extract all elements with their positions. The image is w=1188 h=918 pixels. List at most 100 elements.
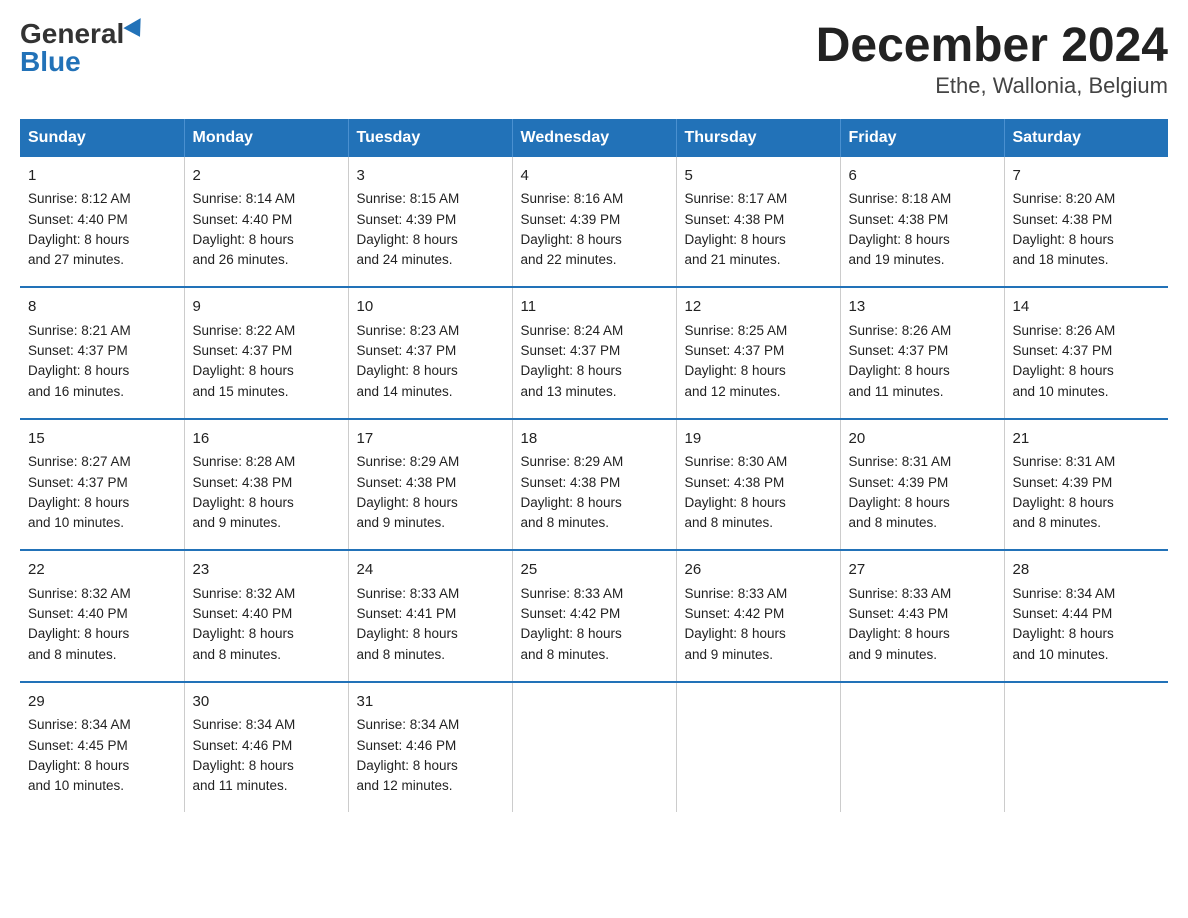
calendar-week-row: 15 Sunrise: 8:27 AMSunset: 4:37 PMDayligh… [20, 419, 1168, 551]
calendar-cell [512, 682, 676, 813]
calendar-cell: 19 Sunrise: 8:30 AMSunset: 4:38 PMDayligh… [676, 419, 840, 551]
day-info: Sunrise: 8:27 AMSunset: 4:37 PMDaylight:… [28, 454, 131, 530]
calendar-cell [676, 682, 840, 813]
day-number: 3 [357, 165, 504, 188]
calendar-cell: 3 Sunrise: 8:15 AMSunset: 4:39 PMDaylight… [348, 157, 512, 288]
header-monday: Monday [184, 119, 348, 157]
day-info: Sunrise: 8:15 AMSunset: 4:39 PMDaylight:… [357, 191, 460, 267]
calendar-body: 1Sunrise: 8:12 AMSunset: 4:40 PMDaylight… [20, 157, 1168, 813]
page-title: December 2024 [816, 20, 1168, 73]
calendar-header: Sunday Monday Tuesday Wednesday Thursday… [20, 119, 1168, 157]
calendar-cell [1004, 682, 1168, 813]
day-info: Sunrise: 8:30 AMSunset: 4:38 PMDaylight:… [685, 454, 788, 530]
header-thursday: Thursday [676, 119, 840, 157]
calendar-cell: 28 Sunrise: 8:34 AMSunset: 4:44 PMDayligh… [1004, 550, 1168, 682]
day-info: Sunrise: 8:25 AMSunset: 4:37 PMDaylight:… [685, 323, 788, 399]
day-info: Sunrise: 8:32 AMSunset: 4:40 PMDaylight:… [28, 586, 131, 662]
header-sunday: Sunday [20, 119, 184, 157]
day-info: Sunrise: 8:22 AMSunset: 4:37 PMDaylight:… [193, 323, 296, 399]
day-number: 12 [685, 296, 832, 319]
calendar-cell: 31Sunrise: 8:34 AMSunset: 4:46 PMDayligh… [348, 682, 512, 813]
day-info: Sunrise: 8:32 AMSunset: 4:40 PMDaylight:… [193, 586, 296, 662]
calendar-week-row: 22 Sunrise: 8:32 AMSunset: 4:40 PMDayligh… [20, 550, 1168, 682]
day-number: 21 [1013, 428, 1161, 451]
day-number: 30 [193, 691, 340, 714]
day-number: 19 [685, 428, 832, 451]
day-number: 10 [357, 296, 504, 319]
day-info: Sunrise: 8:23 AMSunset: 4:37 PMDaylight:… [357, 323, 460, 399]
day-info: Sunrise: 8:28 AMSunset: 4:38 PMDaylight:… [193, 454, 296, 530]
day-info: Sunrise: 8:14 AMSunset: 4:40 PMDaylight:… [193, 191, 296, 267]
calendar-cell: 27 Sunrise: 8:33 AMSunset: 4:43 PMDayligh… [840, 550, 1004, 682]
header-saturday: Saturday [1004, 119, 1168, 157]
day-number: 27 [849, 559, 996, 582]
day-info: Sunrise: 8:34 AMSunset: 4:46 PMDaylight:… [193, 717, 296, 793]
calendar-cell: 17 Sunrise: 8:29 AMSunset: 4:38 PMDayligh… [348, 419, 512, 551]
day-number: 9 [193, 296, 340, 319]
logo-blue-text: Blue [20, 48, 81, 76]
day-info: Sunrise: 8:29 AMSunset: 4:38 PMDaylight:… [521, 454, 624, 530]
day-info: Sunrise: 8:29 AMSunset: 4:38 PMDaylight:… [357, 454, 460, 530]
calendar-cell: 10 Sunrise: 8:23 AMSunset: 4:37 PMDayligh… [348, 287, 512, 419]
header-friday: Friday [840, 119, 1004, 157]
day-number: 14 [1013, 296, 1161, 319]
logo-triangle-icon [124, 18, 149, 42]
calendar-cell: 12 Sunrise: 8:25 AMSunset: 4:37 PMDayligh… [676, 287, 840, 419]
calendar-cell: 9 Sunrise: 8:22 AMSunset: 4:37 PMDaylight… [184, 287, 348, 419]
day-number: 7 [1013, 165, 1161, 188]
day-info: Sunrise: 8:33 AMSunset: 4:42 PMDaylight:… [521, 586, 624, 662]
day-number: 4 [521, 165, 668, 188]
day-number: 15 [28, 428, 176, 451]
day-info: Sunrise: 8:26 AMSunset: 4:37 PMDaylight:… [1013, 323, 1116, 399]
day-info: Sunrise: 8:31 AMSunset: 4:39 PMDaylight:… [849, 454, 952, 530]
calendar-cell: 24 Sunrise: 8:33 AMSunset: 4:41 PMDayligh… [348, 550, 512, 682]
day-number: 25 [521, 559, 668, 582]
day-info: Sunrise: 8:31 AMSunset: 4:39 PMDaylight:… [1013, 454, 1116, 530]
day-info: Sunrise: 8:26 AMSunset: 4:37 PMDaylight:… [849, 323, 952, 399]
header-wednesday: Wednesday [512, 119, 676, 157]
calendar-cell: 1Sunrise: 8:12 AMSunset: 4:40 PMDaylight… [20, 157, 184, 288]
day-info: Sunrise: 8:33 AMSunset: 4:43 PMDaylight:… [849, 586, 952, 662]
day-number: 28 [1013, 559, 1161, 582]
calendar-cell: 7 Sunrise: 8:20 AMSunset: 4:38 PMDaylight… [1004, 157, 1168, 288]
calendar-cell: 15 Sunrise: 8:27 AMSunset: 4:37 PMDayligh… [20, 419, 184, 551]
page-header: General Blue December 2024 Ethe, Walloni… [20, 20, 1168, 99]
day-number: 24 [357, 559, 504, 582]
day-number: 18 [521, 428, 668, 451]
day-info: Sunrise: 8:33 AMSunset: 4:42 PMDaylight:… [685, 586, 788, 662]
day-number: 20 [849, 428, 996, 451]
calendar-cell: 29 Sunrise: 8:34 AMSunset: 4:45 PMDayligh… [20, 682, 184, 813]
day-info: Sunrise: 8:20 AMSunset: 4:38 PMDaylight:… [1013, 191, 1116, 267]
day-number: 16 [193, 428, 340, 451]
day-info: Sunrise: 8:34 AMSunset: 4:44 PMDaylight:… [1013, 586, 1116, 662]
logo-general-text: General [20, 20, 124, 48]
day-number: 22 [28, 559, 176, 582]
calendar-table: Sunday Monday Tuesday Wednesday Thursday… [20, 119, 1168, 813]
day-info: Sunrise: 8:33 AMSunset: 4:41 PMDaylight:… [357, 586, 460, 662]
day-number: 6 [849, 165, 996, 188]
calendar-cell: 18 Sunrise: 8:29 AMSunset: 4:38 PMDayligh… [512, 419, 676, 551]
calendar-cell: 13Sunrise: 8:26 AMSunset: 4:37 PMDayligh… [840, 287, 1004, 419]
title-block: December 2024 Ethe, Wallonia, Belgium [816, 20, 1168, 99]
day-number: 26 [685, 559, 832, 582]
day-number: 5 [685, 165, 832, 188]
calendar-cell: 30 Sunrise: 8:34 AMSunset: 4:46 PMDayligh… [184, 682, 348, 813]
calendar-cell: 6 Sunrise: 8:18 AMSunset: 4:38 PMDaylight… [840, 157, 1004, 288]
day-number: 2 [193, 165, 340, 188]
calendar-cell: 26 Sunrise: 8:33 AMSunset: 4:42 PMDayligh… [676, 550, 840, 682]
day-info: Sunrise: 8:17 AMSunset: 4:38 PMDaylight:… [685, 191, 788, 267]
calendar-cell: 20 Sunrise: 8:31 AMSunset: 4:39 PMDayligh… [840, 419, 1004, 551]
day-number: 23 [193, 559, 340, 582]
day-info: Sunrise: 8:34 AMSunset: 4:45 PMDaylight:… [28, 717, 131, 793]
day-number: 29 [28, 691, 176, 714]
day-info: Sunrise: 8:18 AMSunset: 4:38 PMDaylight:… [849, 191, 952, 267]
day-number: 17 [357, 428, 504, 451]
day-info: Sunrise: 8:24 AMSunset: 4:37 PMDaylight:… [521, 323, 624, 399]
calendar-cell [840, 682, 1004, 813]
page-subtitle: Ethe, Wallonia, Belgium [816, 73, 1168, 99]
calendar-week-row: 29 Sunrise: 8:34 AMSunset: 4:45 PMDayligh… [20, 682, 1168, 813]
calendar-cell: 14 Sunrise: 8:26 AMSunset: 4:37 PMDayligh… [1004, 287, 1168, 419]
calendar-cell: 8Sunrise: 8:21 AMSunset: 4:37 PMDaylight… [20, 287, 184, 419]
day-info: Sunrise: 8:34 AMSunset: 4:46 PMDaylight:… [357, 717, 460, 793]
day-info: Sunrise: 8:12 AMSunset: 4:40 PMDaylight:… [28, 191, 131, 267]
